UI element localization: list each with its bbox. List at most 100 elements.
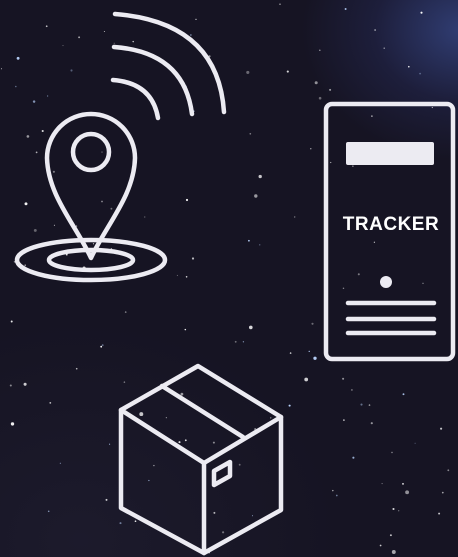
star [304,377,309,382]
star [289,352,292,354]
star [286,70,289,73]
star [352,456,355,459]
star [379,544,382,547]
star [251,515,254,517]
star [270,417,272,419]
star [134,520,137,523]
star [213,511,216,514]
star [62,45,64,47]
star [153,464,155,467]
star [49,401,52,404]
star [373,241,376,243]
box-top [118,363,284,466]
star [248,239,250,242]
illustration-svg: TRACKER [0,3,456,556]
star [101,151,103,153]
star [249,132,252,135]
star [46,95,49,97]
star [178,441,181,444]
star [419,72,422,75]
location-pin-wifi-icon [14,11,227,283]
star [352,165,354,167]
star [109,443,111,445]
star [103,30,105,33]
star [342,377,345,380]
star [447,469,450,472]
star [371,115,373,117]
star [212,441,215,444]
tracker-label: TRACKER [343,214,439,235]
star [308,350,310,352]
star [254,194,258,198]
star [184,439,187,442]
star [391,451,393,454]
star [234,340,237,343]
star [180,392,184,396]
star [310,148,312,150]
star [52,170,55,173]
server-power-led [380,276,392,288]
star [414,442,416,444]
star [190,34,192,36]
star [408,65,410,68]
star [124,311,127,313]
star [32,100,36,103]
star [370,422,373,425]
star [389,534,392,537]
star [184,328,187,331]
star [144,216,146,218]
star [374,29,376,31]
star [148,479,150,482]
star [222,531,225,534]
star [311,322,314,325]
star [92,243,95,245]
pin-hole [70,131,112,173]
server-tower-icon: TRACKER [323,101,456,362]
star [10,422,15,426]
star [350,388,353,391]
star [105,498,108,501]
star [440,427,443,430]
star [342,287,345,290]
star [246,70,250,74]
star [59,462,61,464]
star [26,135,30,138]
star [33,228,37,232]
star [402,393,405,396]
star [313,356,317,360]
illustration-canvas: TRACKER [0,0,458,557]
star [258,174,262,179]
star [242,341,245,343]
star [431,107,433,109]
star [165,417,167,419]
star [335,494,338,497]
box-tape [159,383,246,440]
star [368,404,371,406]
star [70,69,73,72]
star [24,202,28,206]
star [392,507,395,511]
star [14,85,17,88]
star [398,510,400,512]
star [422,282,424,284]
star [41,129,44,133]
star [100,345,103,348]
star [330,161,332,164]
star [24,264,26,266]
signal-wave-large [112,11,227,115]
star [314,81,318,85]
star [279,3,281,5]
star [344,8,347,10]
star [110,207,113,210]
star [319,49,321,52]
star [23,382,27,386]
star [10,320,13,323]
star [238,463,241,466]
star [402,482,404,485]
star [405,490,410,495]
star [101,200,103,203]
package-box-icon [118,363,284,556]
box-left-side [118,407,207,556]
star [288,404,291,407]
star [259,244,261,246]
